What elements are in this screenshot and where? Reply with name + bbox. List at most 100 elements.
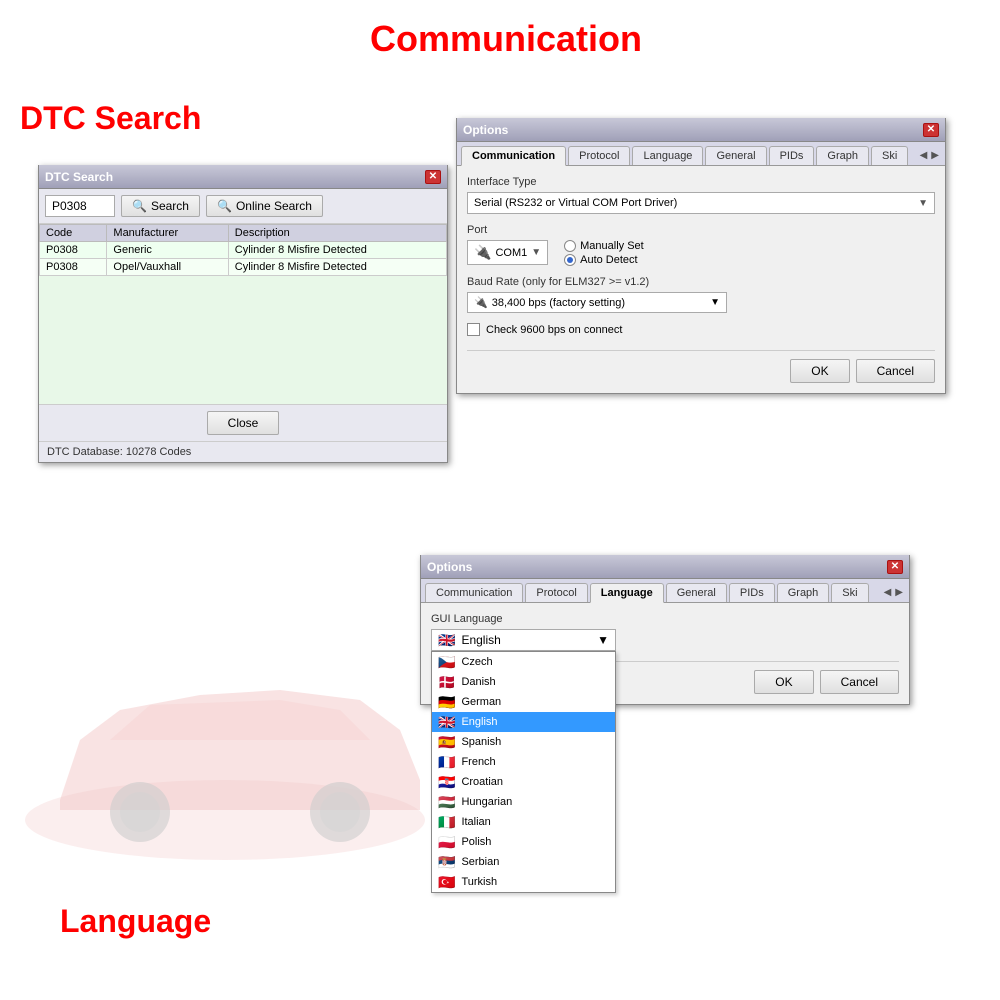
lang-item-spanish[interactable]: 🇪🇸 Spanish: [432, 732, 615, 752]
language-select-display[interactable]: 🇬🇧 English ▼: [431, 629, 616, 651]
lang-name-serbian: Serbian: [461, 856, 499, 868]
lang-name-spanish: Spanish: [461, 736, 501, 748]
options-lang-content: GUI Language 🇬🇧 English ▼ 🇨🇿 Czech 🇩🇰 Da…: [421, 603, 909, 704]
lang-name-turkish: Turkish: [461, 876, 497, 888]
online-search-icon: 🔍: [217, 199, 232, 213]
lang-item-hungarian[interactable]: 🇭🇺 Hungarian: [432, 792, 615, 812]
manually-set-label: Manually Set: [580, 240, 644, 252]
lang-item-turkish[interactable]: 🇹🇷 Turkish: [432, 872, 615, 892]
flag-hungarian: 🇭🇺: [438, 795, 455, 809]
check-9600-label: Check 9600 bps on connect: [486, 324, 622, 336]
check-9600-checkbox[interactable]: [467, 323, 480, 336]
lang-item-italian[interactable]: 🇮🇹 Italian: [432, 812, 615, 832]
options-comm-button-row: OK Cancel: [467, 350, 935, 383]
dtc-search-bar: 🔍 Search 🔍 Online Search: [39, 189, 447, 224]
language-dropdown-list: 🇨🇿 Czech 🇩🇰 Danish 🇩🇪 German 🇬🇧 English: [431, 651, 616, 893]
options-communication-window: Options ✕ Communication Protocol Languag…: [456, 118, 946, 394]
dtc-search-window: DTC Search ✕ 🔍 Search 🔍 Online Search Co…: [38, 165, 448, 463]
tab-pids[interactable]: PIDs: [769, 146, 815, 165]
tab-arrow-right[interactable]: ▶: [929, 150, 941, 161]
lang-name-croatian: Croatian: [461, 776, 503, 788]
lang-item-danish[interactable]: 🇩🇰 Danish: [432, 672, 615, 692]
tab-ski[interactable]: Ski: [871, 146, 908, 165]
lang-name-english: English: [461, 716, 497, 728]
interface-type-label: Interface Type: [467, 176, 935, 188]
tab-protocol[interactable]: Protocol: [568, 146, 630, 165]
tab-arrow-left[interactable]: ◀: [918, 150, 930, 161]
options-comm-ok-button[interactable]: OK: [790, 359, 849, 383]
port-value: COM1: [495, 247, 527, 259]
auto-detect-radio[interactable]: Auto Detect: [564, 254, 644, 266]
baud-icon: 🔌: [474, 296, 488, 309]
tab-lang-communication[interactable]: Communication: [425, 583, 523, 602]
lang-item-croatian[interactable]: 🇭🇷 Croatian: [432, 772, 615, 792]
dtc-search-button[interactable]: 🔍 Search: [121, 195, 200, 217]
dtc-code-input[interactable]: [45, 195, 115, 217]
options-lang-close-button[interactable]: ✕: [887, 560, 903, 574]
options-lang-title: Options: [427, 560, 472, 574]
interface-type-arrow: ▼: [918, 198, 928, 209]
lang-item-czech[interactable]: 🇨🇿 Czech: [432, 652, 615, 672]
table-row: P0308 Opel/Vauxhall Cylinder 8 Misfire D…: [40, 259, 447, 276]
tab-lang-pids[interactable]: PIDs: [729, 583, 775, 602]
cell-code: P0308: [40, 259, 107, 276]
tab-lang-graph[interactable]: Graph: [777, 583, 830, 602]
flag-turkish: 🇹🇷: [438, 875, 455, 889]
tab-lang-language[interactable]: Language: [590, 583, 664, 603]
cell-description: Cylinder 8 Misfire Detected: [228, 259, 446, 276]
dtc-close-row: Close: [39, 404, 447, 441]
dtc-close-button[interactable]: Close: [207, 411, 280, 435]
port-icon: 🔌: [474, 244, 491, 261]
cell-description: Cylinder 8 Misfire Detected: [228, 242, 446, 259]
port-select[interactable]: 🔌 COM1 ▼: [467, 240, 548, 265]
dtc-footer: DTC Database: 10278 Codes: [39, 441, 447, 462]
options-comm-cancel-button[interactable]: Cancel: [856, 359, 935, 383]
interface-type-group: Interface Type Serial (RS232 or Virtual …: [467, 176, 935, 214]
table-row: P0308 Generic Cylinder 8 Misfire Detecte…: [40, 242, 447, 259]
col-manufacturer: Manufacturer: [107, 225, 228, 242]
dtc-search-close-button[interactable]: ✕: [425, 170, 441, 184]
auto-detect-label: Auto Detect: [580, 254, 637, 266]
lang-item-polish[interactable]: 🇵🇱 Polish: [432, 832, 615, 852]
lang-name-italian: Italian: [461, 816, 490, 828]
flag-english: 🇬🇧: [438, 715, 455, 729]
tab-communication[interactable]: Communication: [461, 146, 566, 166]
dtc-search-title: DTC Search: [45, 170, 113, 184]
cell-manufacturer: Opel/Vauxhall: [107, 259, 228, 276]
lang-name-czech: Czech: [461, 656, 492, 668]
options-lang-titlebar: Options ✕: [421, 555, 909, 579]
tab-graph[interactable]: Graph: [816, 146, 869, 165]
tab-lang-general[interactable]: General: [666, 583, 727, 602]
tab-lang-ski[interactable]: Ski: [831, 583, 868, 602]
lang-item-english[interactable]: 🇬🇧 English: [432, 712, 615, 732]
port-arrow: ▼: [531, 247, 541, 258]
tab-lang-arrow-left[interactable]: ◀: [882, 587, 894, 598]
lang-item-serbian[interactable]: 🇷🇸 Serbian: [432, 852, 615, 872]
options-comm-content: Interface Type Serial (RS232 or Virtual …: [457, 166, 945, 393]
baud-rate-arrow: ▼: [710, 297, 720, 308]
tab-language[interactable]: Language: [632, 146, 703, 165]
dtc-online-search-button[interactable]: 🔍 Online Search: [206, 195, 323, 217]
options-comm-close-button[interactable]: ✕: [923, 123, 939, 137]
options-lang-ok-button[interactable]: OK: [754, 670, 813, 694]
tab-lang-arrow-right[interactable]: ▶: [893, 587, 905, 598]
tab-lang-protocol[interactable]: Protocol: [525, 583, 587, 602]
lang-name-french: French: [461, 756, 495, 768]
interface-type-select[interactable]: Serial (RS232 or Virtual COM Port Driver…: [467, 192, 935, 214]
dtc-table: Code Manufacturer Description P0308 Gene…: [39, 224, 447, 276]
tab-general[interactable]: General: [705, 146, 766, 165]
options-lang-tab-bar: Communication Protocol Language General …: [421, 579, 909, 603]
lang-item-german[interactable]: 🇩🇪 German: [432, 692, 615, 712]
baud-rate-label: Baud Rate (only for ELM327 >= v1.2): [467, 276, 935, 288]
manually-set-radio[interactable]: Manually Set: [564, 240, 644, 252]
lang-name-german: German: [461, 696, 501, 708]
options-lang-cancel-button[interactable]: Cancel: [820, 670, 899, 694]
options-comm-tab-bar: Communication Protocol Language General …: [457, 142, 945, 166]
flag-french: 🇫🇷: [438, 755, 455, 769]
cell-manufacturer: Generic: [107, 242, 228, 259]
options-comm-title: Options: [463, 123, 508, 137]
dtc-search-label: DTC Search: [20, 100, 201, 137]
baud-rate-select[interactable]: 🔌 38,400 bps (factory setting) ▼: [467, 292, 727, 313]
baud-rate-group: Baud Rate (only for ELM327 >= v1.2) 🔌 38…: [467, 276, 935, 313]
lang-item-french[interactable]: 🇫🇷 French: [432, 752, 615, 772]
